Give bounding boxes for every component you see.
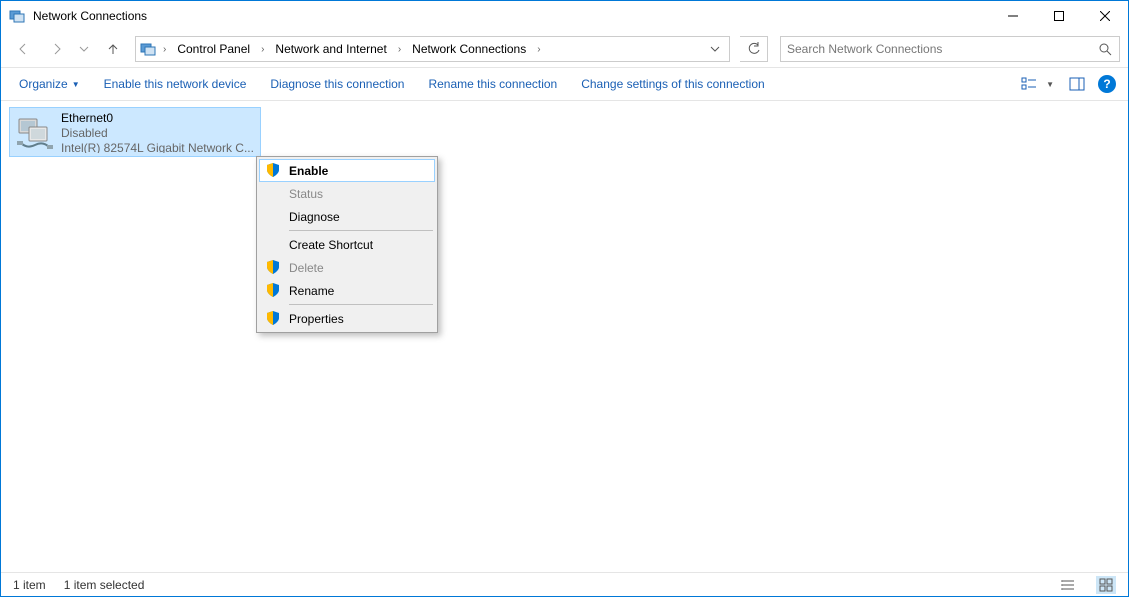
context-menu-delete: Delete [259,256,435,279]
context-menu: Enable Status Diagnose Create Shortcut D… [256,156,438,333]
diagnose-command[interactable]: Diagnose this connection [260,73,414,95]
shield-icon [265,310,281,326]
nav-forward-button[interactable] [43,35,71,63]
status-bar: 1 item 1 item selected [1,572,1128,596]
search-placeholder: Search Network Connections [787,42,942,56]
refresh-button[interactable] [740,36,768,62]
window-title: Network Connections [33,9,147,23]
change-settings-command[interactable]: Change settings of this connection [571,73,774,95]
details-view-button[interactable] [1058,576,1078,594]
help-button[interactable]: ? [1098,75,1116,93]
network-adapter-icon [15,113,55,153]
context-menu-enable[interactable]: Enable [259,159,435,182]
context-menu-status: Status [259,182,435,205]
address-bar[interactable]: › Control Panel › Network and Internet ›… [135,36,730,62]
chevron-right-icon[interactable]: › [258,44,267,55]
content-area[interactable]: Ethernet0 Disabled Intel(R) 82574L Gigab… [1,101,1128,572]
location-icon [140,41,156,57]
nav-up-button[interactable] [101,37,125,61]
view-options-dropdown[interactable]: ▼ [1046,80,1054,89]
context-menu-create-shortcut[interactable]: Create Shortcut [259,233,435,256]
status-selected-count: 1 item selected [64,578,145,592]
search-icon [1097,41,1113,57]
context-menu-rename[interactable]: Rename [259,279,435,302]
enable-device-command[interactable]: Enable this network device [94,73,257,95]
view-options-button[interactable] [1016,71,1042,97]
nav-recent-dropdown[interactable] [77,35,91,63]
organize-menu[interactable]: Organize▼ [9,73,90,95]
address-dropdown-button[interactable] [705,37,725,61]
close-button[interactable] [1082,1,1128,31]
context-menu-properties[interactable]: Properties [259,307,435,330]
breadcrumb-network-connections[interactable]: Network Connections [408,37,530,61]
chevron-right-icon[interactable]: › [160,44,169,55]
breadcrumb-control-panel[interactable]: Control Panel [173,37,254,61]
context-menu-separator [289,304,433,305]
chevron-right-icon[interactable]: › [534,44,543,55]
app-icon [9,8,25,24]
nav-back-button[interactable] [9,35,37,63]
shield-icon [265,282,281,298]
search-input[interactable]: Search Network Connections [780,36,1120,62]
adapter-status: Disabled [61,126,254,141]
shield-icon [265,162,281,178]
context-menu-separator [289,230,433,231]
adapter-name: Ethernet0 [61,111,254,126]
rename-command[interactable]: Rename this connection [418,73,567,95]
minimize-button[interactable] [990,1,1036,31]
maximize-button[interactable] [1036,1,1082,31]
large-icons-view-button[interactable] [1096,576,1116,594]
network-adapter-item[interactable]: Ethernet0 Disabled Intel(R) 82574L Gigab… [9,107,261,157]
adapter-description: Intel(R) 82574L Gigabit Network C... [61,141,254,153]
shield-icon [265,259,281,275]
navigation-bar: › Control Panel › Network and Internet ›… [1,31,1128,67]
status-item-count: 1 item [13,578,46,592]
command-bar: Organize▼ Enable this network device Dia… [1,67,1128,101]
window-controls [990,1,1128,31]
context-menu-diagnose[interactable]: Diagnose [259,205,435,228]
titlebar: Network Connections [1,1,1128,31]
preview-pane-button[interactable] [1064,71,1090,97]
breadcrumb-network-and-internet[interactable]: Network and Internet [271,37,390,61]
chevron-right-icon[interactable]: › [395,44,404,55]
